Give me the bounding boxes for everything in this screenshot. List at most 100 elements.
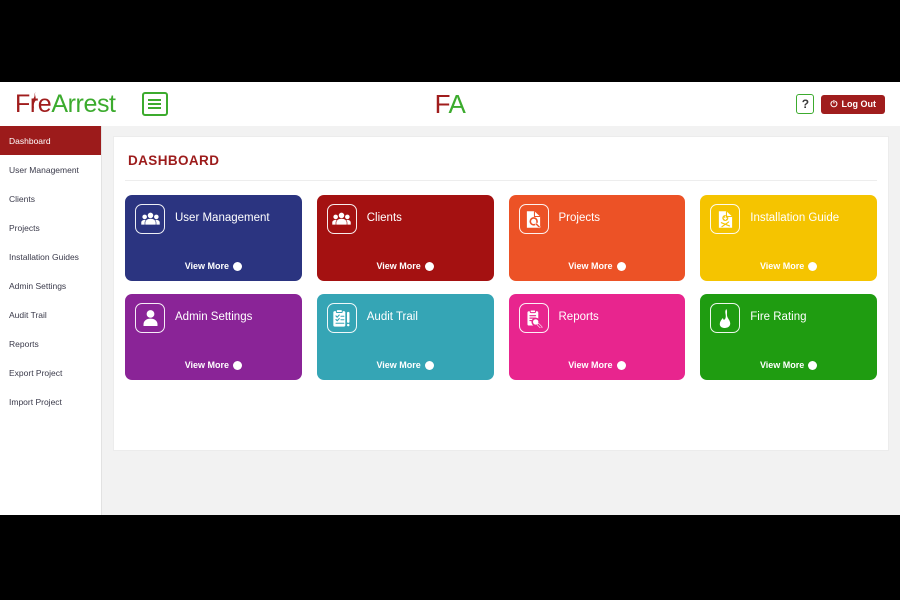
body-wrapper: Dashboard User Management Clients Projects I… — [0, 126, 900, 515]
card-title: User Management — [175, 212, 270, 225]
sidebar-item-label: Clients — [9, 193, 35, 204]
sidebar-item-export-project[interactable]: Export Project — [0, 358, 101, 387]
view-more-link[interactable]: View More — [710, 261, 867, 273]
view-more-label: View More — [759, 261, 805, 271]
view-more-label: View More — [568, 261, 613, 271]
sidebar-item-label: Reports — [9, 338, 39, 349]
view-more-link[interactable]: View More — [327, 261, 484, 273]
sidebar-item-admin-settings[interactable]: Admin Settings — [0, 271, 101, 300]
view-more-label: View More — [376, 360, 421, 370]
view-more-link[interactable]: View More — [327, 360, 484, 372]
sidebar-item-label: Audit Trail — [9, 309, 47, 320]
card-title: Installation Guide — [750, 212, 840, 225]
card-title: Admin Settings — [175, 311, 253, 324]
card-title: Clients — [366, 212, 402, 225]
view-more-label: View More — [759, 360, 805, 370]
hamburger-bar — [148, 107, 162, 109]
document-download-icon — [710, 204, 741, 234]
hamburger-bar — [148, 99, 162, 101]
center-logo-a: A — [448, 88, 466, 119]
view-more-label: View More — [184, 261, 230, 271]
card-title: Fire Rating — [750, 311, 807, 324]
dashboard-card-grid: User Management View More Clients View More… — [125, 195, 877, 380]
sidebar-item-label: Dashboard — [9, 135, 51, 146]
help-question-button[interactable]: ? — [796, 94, 815, 114]
sidebar-item-label: Import Project — [9, 396, 62, 407]
app-header: F re Arrest FA ? ⏻ Log Out — [0, 82, 900, 126]
logout-button[interactable]: ⏻ Log Out — [821, 94, 885, 114]
arrow-right-circle-icon — [424, 261, 434, 271]
view-more-link[interactable]: View More — [135, 360, 292, 372]
card-title: Reports — [558, 311, 599, 324]
sidebar-item-installation-guides[interactable]: Installation Guides — [0, 242, 101, 271]
sidebar-item-label: Installation Guides — [9, 251, 79, 262]
header-actions: ? ⏻ Log Out — [796, 94, 888, 114]
sidebar-item-label: Projects — [9, 222, 40, 233]
card-header: Admin Settings — [135, 303, 292, 333]
page-title: DASHBOARD — [128, 153, 220, 168]
dashboard-card-projects[interactable]: Projects View More — [508, 195, 686, 281]
dashboard-card-audit-trail[interactable]: Audit Trail View More — [316, 294, 494, 380]
sidebar-item-label: Admin Settings — [9, 280, 67, 291]
card-header: Clients — [326, 204, 484, 234]
flame-icon — [710, 303, 741, 333]
arrow-right-circle-icon — [233, 360, 243, 370]
title-divider — [125, 180, 877, 181]
clipboard-search-icon — [518, 303, 549, 333]
center-logo-f: F — [434, 88, 449, 119]
view-more-label: View More — [376, 261, 421, 271]
arrow-right-circle-icon — [424, 360, 434, 370]
logout-icon: ⏻ — [830, 98, 838, 109]
card-header: User Management — [135, 204, 292, 234]
sidebar-item-user-management[interactable]: User Management — [0, 155, 101, 184]
sidebar-item-import-project[interactable]: Import Project — [0, 387, 101, 416]
sidebar-item-label: Export Project — [9, 367, 63, 378]
document-search-icon — [518, 204, 549, 234]
card-title: Projects — [558, 212, 601, 225]
brand-logo[interactable]: F re Arrest — [15, 90, 116, 119]
card-title: Audit Trail — [366, 311, 418, 324]
sidebar-item-dashboard[interactable]: Dashboard — [0, 126, 101, 155]
sidebar-nav: Dashboard User Management Clients Projects I… — [0, 126, 102, 515]
hamburger-icon[interactable] — [141, 92, 168, 116]
sidebar-item-clients[interactable]: Clients — [0, 184, 101, 213]
view-more-link[interactable]: View More — [710, 360, 867, 372]
sidebar-item-projects[interactable]: Projects — [0, 213, 101, 242]
sidebar-item-audit-trail[interactable]: Audit Trail — [0, 300, 101, 329]
dashboard-card-reports[interactable]: Reports View More — [508, 294, 686, 380]
hamburger-bar — [148, 103, 162, 105]
arrow-right-circle-icon — [808, 360, 818, 370]
arrow-right-circle-icon — [808, 261, 818, 271]
view-more-link[interactable]: View More — [519, 360, 676, 372]
dashboard-card-admin-settings[interactable]: Admin Settings View More — [125, 294, 302, 380]
dashboard-card-clients[interactable]: Clients View More — [316, 195, 494, 281]
dashboard-card-installation-guide[interactable]: Installation Guide View More — [700, 195, 877, 281]
arrow-right-circle-icon — [233, 261, 243, 271]
card-header: Audit Trail — [326, 303, 484, 333]
arrow-right-circle-icon — [616, 261, 626, 271]
user-profile-icon — [135, 303, 165, 333]
users-group-icon — [135, 204, 165, 234]
brand-logo-arrest: Arrest — [51, 89, 116, 118]
view-more-label: View More — [568, 360, 613, 370]
dashboard-card-fire-rating[interactable]: Fire Rating View More — [700, 294, 877, 380]
arrow-right-circle-icon — [616, 360, 626, 370]
view-more-link[interactable]: View More — [519, 261, 676, 273]
view-more-label: View More — [184, 360, 230, 370]
sidebar-item-reports[interactable]: Reports — [0, 329, 101, 358]
clipboard-check-icon — [326, 303, 357, 333]
view-more-link[interactable]: View More — [135, 261, 292, 273]
dashboard-card-user-management[interactable]: User Management View More — [125, 195, 302, 281]
card-header: Projects — [518, 204, 676, 234]
center-logo: FA — [0, 89, 900, 120]
dashboard-panel: DASHBOARD User Management View More Client… — [113, 136, 889, 451]
card-header: Reports — [518, 303, 676, 333]
logout-label: Log Out — [841, 99, 877, 109]
main-content: DASHBOARD User Management View More Client… — [102, 126, 900, 515]
card-header: Fire Rating — [710, 303, 867, 333]
sidebar-item-label: User Management — [9, 164, 79, 175]
brand-logo-fire-f: F — [15, 89, 30, 118]
flame-accent-icon — [32, 91, 36, 109]
card-header: Installation Guide — [710, 204, 867, 234]
users-group-icon — [326, 204, 357, 234]
